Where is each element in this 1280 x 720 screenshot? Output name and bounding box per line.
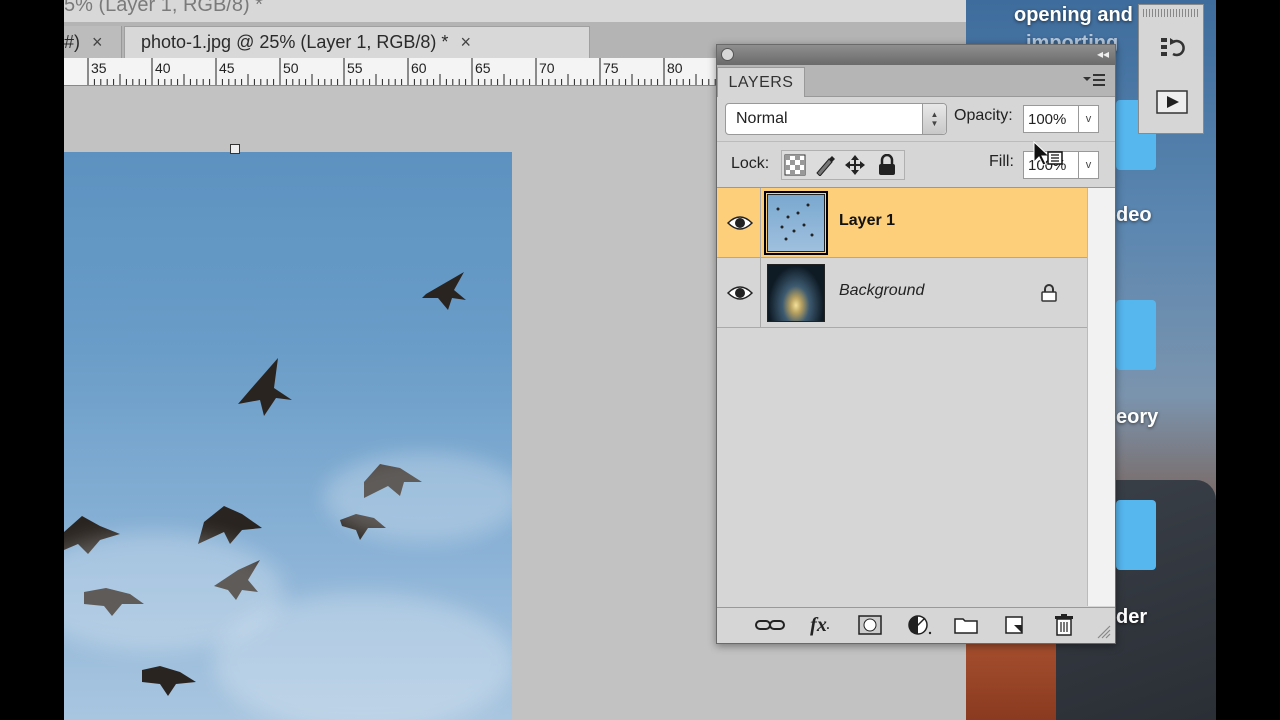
desktop-folder-label: deo xyxy=(1116,204,1152,226)
ruler-tick-label: 40 xyxy=(155,60,171,76)
layer-name[interactable]: Background xyxy=(839,282,924,300)
opacity-label: Opacity: xyxy=(954,107,1013,124)
actions-play-icon[interactable] xyxy=(1155,87,1189,117)
tab-layers[interactable]: LAYERS xyxy=(717,67,805,97)
blend-mode-value: Normal xyxy=(736,110,788,127)
ruler-tick-label: 45 xyxy=(219,60,235,76)
adjustment-icon[interactable] xyxy=(905,612,935,638)
folder-icon[interactable] xyxy=(1116,500,1156,570)
ruler-tick-label: 60 xyxy=(411,60,427,76)
ruler-tick-label: 80 xyxy=(667,60,683,76)
eye-visibility-icon[interactable] xyxy=(723,276,757,310)
desktop-folder-label: der xyxy=(1116,606,1148,628)
link-icon[interactable] xyxy=(755,612,785,638)
opacity-field[interactable]: 100% xyxy=(1023,105,1079,133)
panel-bottom-toolbar: fx. xyxy=(717,607,1115,643)
tab-label: #) xyxy=(64,31,81,52)
panel-close-button[interactable] xyxy=(721,48,734,61)
lock-label: Lock: xyxy=(731,155,770,172)
ruler-tick-label: 65 xyxy=(475,60,491,76)
panel-menu-icon[interactable] xyxy=(1083,73,1105,87)
panel-tab-row: LAYERS xyxy=(717,65,1115,97)
resize-grip-icon[interactable] xyxy=(1097,625,1111,639)
ruler-tick-label: 75 xyxy=(603,60,619,76)
collapsed-panel-dock xyxy=(1138,4,1204,134)
layer-row-background[interactable]: Background xyxy=(717,258,1087,328)
lock-position-icon[interactable] xyxy=(841,151,869,179)
layers-panel: ◂◂ LAYERS Normal ▲ ▼ Opacity: 100% v Lock… xyxy=(716,44,1116,644)
desktop-folder-label: opening and xyxy=(1014,4,1133,26)
window-title: 5% (Layer 1, RGB/8) * xyxy=(64,0,263,16)
close-icon[interactable]: × xyxy=(460,32,471,53)
photo-canvas-image[interactable] xyxy=(64,152,512,720)
lock-transparent-pixels-icon[interactable] xyxy=(781,151,809,179)
chevron-down-icon[interactable]: v xyxy=(1079,105,1099,133)
select-arrows-icon: ▲ ▼ xyxy=(922,104,946,134)
history-icon[interactable] xyxy=(1155,33,1189,63)
mouse-cursor-icon xyxy=(1033,140,1063,166)
layer-row-layer-1[interactable]: Layer 1 xyxy=(717,188,1087,258)
layers-scrollbar[interactable] xyxy=(1087,188,1115,606)
trash-icon[interactable] xyxy=(1049,612,1079,638)
new-layer-icon[interactable] xyxy=(999,612,1029,638)
tab-label: photo-1.jpg @ 25% (Layer 1, RGB/8) * xyxy=(141,32,449,52)
transform-handle[interactable] xyxy=(230,144,240,154)
lock-all-icon[interactable] xyxy=(873,151,901,179)
panel-grip[interactable] xyxy=(1143,9,1199,17)
eye-visibility-icon[interactable] xyxy=(723,206,757,240)
lock-image-pixels-icon[interactable] xyxy=(811,151,839,179)
layer-name[interactable]: Layer 1 xyxy=(839,212,895,230)
tab-previous-document[interactable]: #) × xyxy=(64,26,122,58)
folder-icon[interactable] xyxy=(951,612,981,638)
fill-label: Fill: xyxy=(989,153,1014,170)
ruler-tick-label: 50 xyxy=(283,60,299,76)
left-black-strip xyxy=(0,0,64,720)
ruler-tick-label: 35 xyxy=(91,60,107,76)
ruler-tick-label: 55 xyxy=(347,60,363,76)
desktop-folder-label: eory xyxy=(1116,406,1159,428)
right-black-strip xyxy=(1216,0,1280,720)
mask-icon[interactable] xyxy=(855,612,885,638)
layer-thumbnail[interactable] xyxy=(764,191,828,255)
layers-list: Layer 1 Background xyxy=(717,188,1087,606)
close-icon[interactable]: × xyxy=(92,32,103,53)
fx-icon[interactable]: fx. xyxy=(805,612,835,638)
panel-titlebar[interactable]: ◂◂ xyxy=(717,45,1115,65)
ruler-tick-label: 70 xyxy=(539,60,555,76)
window-titlebar: 5% (Layer 1, RGB/8) * xyxy=(64,0,966,22)
folder-icon[interactable] xyxy=(1116,300,1156,370)
layer-thumbnail[interactable] xyxy=(767,264,825,322)
lock-icon xyxy=(1041,284,1057,302)
tab-photo-1[interactable]: photo-1.jpg @ 25% (Layer 1, RGB/8) * × xyxy=(124,26,590,58)
blend-mode-select[interactable]: Normal ▲ ▼ xyxy=(725,103,947,135)
collapse-icon[interactable]: ◂◂ xyxy=(1097,47,1109,61)
chevron-down-icon[interactable]: v xyxy=(1079,151,1099,179)
